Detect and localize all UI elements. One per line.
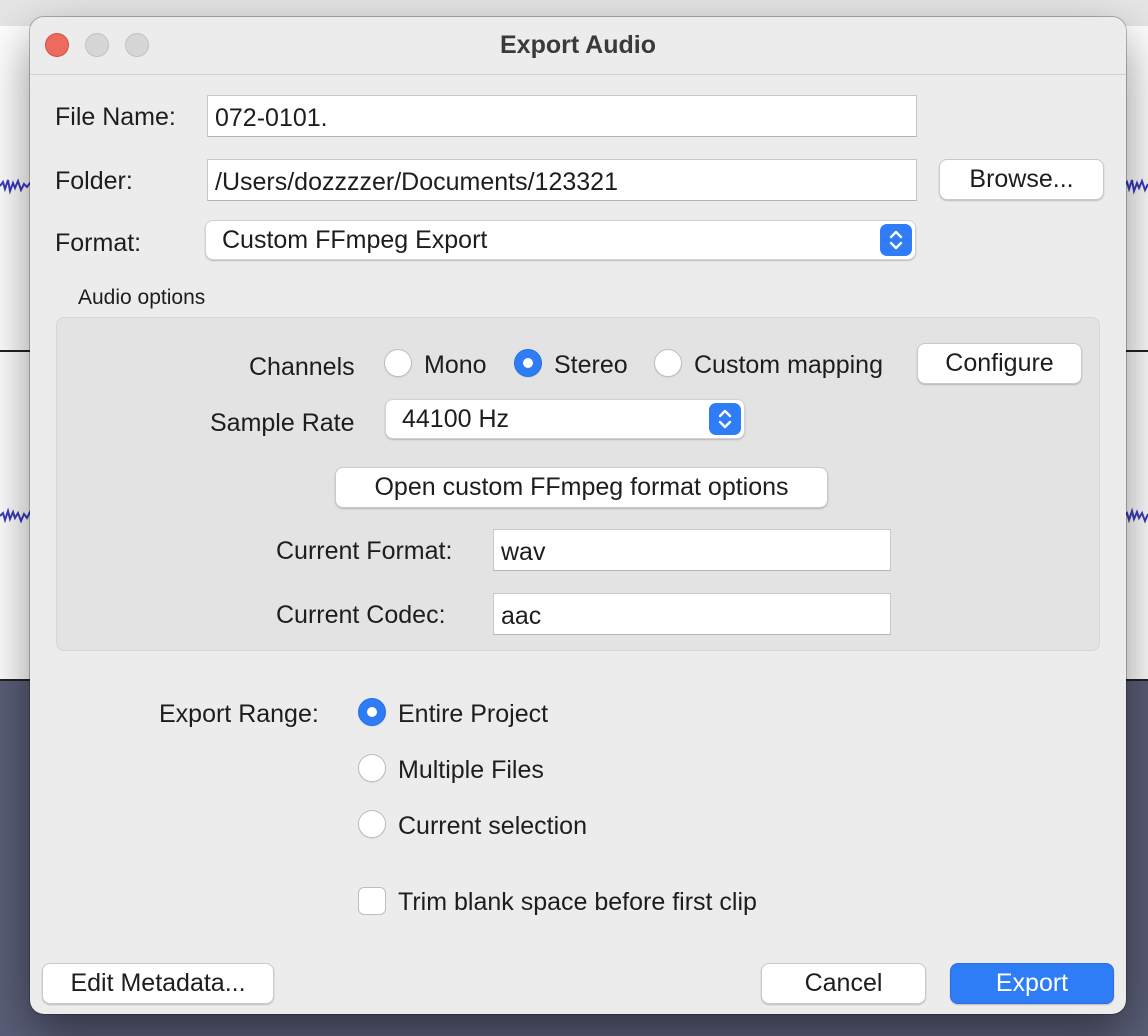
current-codec-label: Current Codec: xyxy=(276,601,446,629)
edit-metadata-button[interactable]: Edit Metadata... xyxy=(42,963,274,1004)
folder-label: Folder: xyxy=(55,167,133,195)
configure-button[interactable]: Configure xyxy=(917,343,1082,384)
chevron-updown-icon xyxy=(880,224,912,256)
file-name-label: File Name: xyxy=(55,103,176,131)
channel-stereo-label: Stereo xyxy=(554,351,628,379)
channel-mono-radio[interactable] xyxy=(384,349,412,377)
audio-options-heading: Audio options xyxy=(78,286,206,309)
range-entire-project-label: Entire Project xyxy=(398,700,549,728)
waveform xyxy=(0,178,34,195)
cancel-button[interactable]: Cancel xyxy=(761,963,926,1004)
title-bar: Export Audio xyxy=(30,17,1126,75)
export-audio-dialog: Export Audio File Name: 072-0101. Folder… xyxy=(30,17,1126,1014)
format-label: Format: xyxy=(55,229,142,257)
current-format-label: Current Format: xyxy=(276,537,453,565)
trim-blank-space-label: Trim blank space before first clip xyxy=(398,888,757,916)
channels-label: Channels xyxy=(249,353,355,381)
range-current-selection-label: Current selection xyxy=(398,812,587,840)
current-format-input[interactable]: wav xyxy=(493,529,891,571)
chevron-updown-icon xyxy=(709,403,741,435)
range-current-selection-radio[interactable] xyxy=(358,810,386,838)
file-name-input[interactable]: 072-0101. xyxy=(207,95,917,137)
sample-rate-label: Sample Rate xyxy=(210,409,355,437)
sample-rate-select[interactable]: 44100 Hz xyxy=(385,399,745,439)
trim-blank-space-checkbox[interactable] xyxy=(358,887,386,915)
waveform xyxy=(0,507,34,524)
export-range-label: Export Range: xyxy=(159,700,319,728)
dialog-title: Export Audio xyxy=(499,31,656,59)
range-multiple-files-radio[interactable] xyxy=(358,754,386,782)
range-entire-project-radio[interactable] xyxy=(358,698,386,726)
channel-stereo-radio[interactable] xyxy=(514,349,542,377)
browse-button[interactable]: Browse... xyxy=(939,159,1104,200)
range-multiple-files-label: Multiple Files xyxy=(398,756,544,784)
export-button[interactable]: Export xyxy=(950,963,1114,1004)
sample-rate-value: 44100 Hz xyxy=(402,405,510,433)
current-codec-input[interactable]: aac xyxy=(493,593,891,635)
format-select-value: Custom FFmpeg Export xyxy=(222,226,488,254)
channel-mono-label: Mono xyxy=(424,351,487,379)
format-select[interactable]: Custom FFmpeg Export xyxy=(205,220,916,260)
channel-custom-mapping-label: Custom mapping xyxy=(694,351,883,379)
folder-input[interactable]: /Users/dozzzzer/Documents/123321 xyxy=(207,159,917,201)
waveform xyxy=(1124,507,1148,524)
open-ffmpeg-options-button[interactable]: Open custom FFmpeg format options xyxy=(335,467,828,508)
channel-custom-mapping-radio[interactable] xyxy=(654,349,682,377)
waveform xyxy=(1124,178,1148,195)
